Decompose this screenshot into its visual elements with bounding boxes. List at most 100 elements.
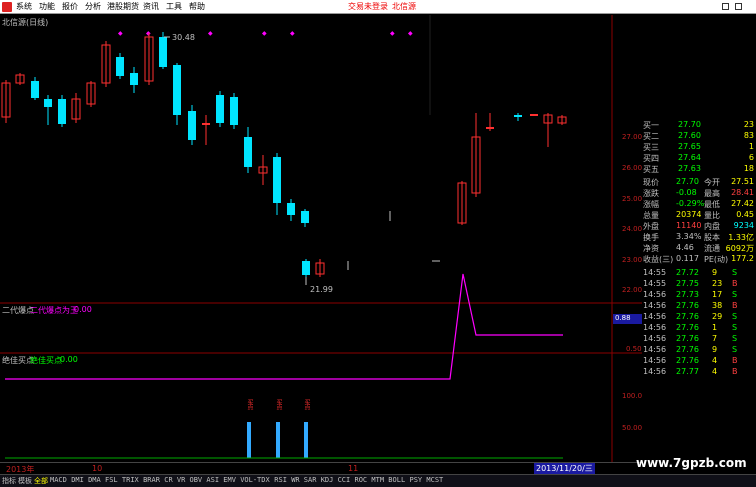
stat-row: 换手 3.34% 股本 1.33亿 [642,232,756,243]
tab-cr[interactable]: CR [164,476,172,484]
menu-item-function[interactable]: 功能 [39,1,55,12]
stat-value: 11140 [676,221,702,230]
tab-obv[interactable]: OBV [190,476,203,484]
tick-row: 14:56 27.77 4 B [642,367,756,378]
tick-time: 14:56 [643,356,667,365]
y-tick: 23.00 [622,256,643,264]
candle [244,137,252,167]
order-volume: 6 [748,153,754,162]
tab-mcst[interactable]: MCST [426,476,443,484]
order-volume: 23 [743,120,754,129]
stat-value: 9234 [733,221,754,230]
order-price: 27.60 [678,131,701,140]
indicator2-y-tick: 50.00 [622,424,643,432]
tick-price: 27.76 [676,323,699,332]
stat-value: 0.117 [676,254,699,263]
tick-volume: 38 [712,301,723,310]
tick-time: 14:56 [643,290,667,299]
stat-label: 股本 [704,233,720,242]
menu-item-system[interactable]: 系统 [16,1,32,12]
tab-dmi[interactable]: DMI [71,476,84,484]
candle [486,127,494,129]
tab-sar[interactable]: SAR [304,476,317,484]
tab-cci[interactable]: CCI [338,476,351,484]
buy-order-row: 买四 27.64 6 [642,153,756,164]
stock-name-link[interactable]: 北信源 [392,1,416,12]
tick-price: 27.76 [676,356,699,365]
svg-text:◆: ◆ [290,30,295,37]
tick-volume: 23 [712,279,723,288]
candle [216,95,224,123]
tick-price: 27.76 [676,345,699,354]
tick-row: 14:56 27.76 29 S [642,312,756,323]
tick-volume: 4 [712,356,718,365]
tab-psy[interactable]: PSY [410,476,423,484]
tick-row: 14:56 27.76 4 B [642,356,756,367]
stat-label: 外盘 [643,222,659,231]
stat-value: 20374 [676,210,702,219]
tick-price: 27.76 [676,301,699,310]
stat-value: 27.70 [676,177,699,186]
candle [302,261,310,275]
tick-row: 14:56 27.76 7 S [642,334,756,345]
tab-dma[interactable]: DMA [88,476,101,484]
tab-vr[interactable]: VR [177,476,185,484]
minimize-icon[interactable] [722,3,729,10]
tick-side: S [732,323,738,332]
tab-rsi[interactable]: RSI [274,476,287,484]
stat-label: 流通 [704,244,720,253]
tick-row: 14:56 27.76 9 S [642,345,756,356]
candlesticks [1,32,567,277]
tab-trix[interactable]: TRIX [122,476,139,484]
tick-side: S [732,312,738,321]
order-price: 27.65 [678,142,701,151]
tab-vol-tdx[interactable]: VOL-TDX [240,476,270,484]
app-logo-icon [2,2,12,12]
tab-指标[interactable]: 指标 [2,476,16,486]
date-label: 10 [92,464,103,473]
order-volume: 18 [743,164,754,173]
order-volume: 1 [748,142,754,151]
menu-item-tools[interactable]: 工具 [166,1,182,12]
order-label: 买三 [643,143,659,152]
tab-全部[interactable]: 全部 [34,476,48,486]
indicator2-y-tick: 100.0 [622,392,643,400]
candle [31,81,39,98]
tab-fsl[interactable]: FSL [105,476,118,484]
tab-asi[interactable]: ASI [206,476,219,484]
tick-time: 14:56 [643,367,667,376]
indicator2-value: 0.00 [60,355,78,364]
tab-brar[interactable]: BRAR [143,476,160,484]
close-icon[interactable] [735,3,742,10]
tick-side: S [732,334,738,343]
tick-side: S [732,290,738,299]
stat-label: 今开 [704,178,720,187]
tab-boll[interactable]: BOLL [388,476,405,484]
indicator2-formula: 绝佳买点 [30,356,62,365]
menu-item-help[interactable]: 帮助 [189,1,205,12]
stat-label: 内盘 [704,222,720,231]
tab-emv[interactable]: EMV [223,476,236,484]
tick-time: 14:56 [643,334,667,343]
tab-wr[interactable]: WR [291,476,299,484]
stat-value: 28.41 [731,188,754,197]
menu-item-hk-futures[interactable]: 港股期货 [107,1,139,12]
trade-login-link[interactable]: 交易未登录 [348,1,388,12]
candle [230,97,238,125]
stat-label: 收益(三) [643,255,674,264]
tab-kdj[interactable]: KDJ [321,476,334,484]
candle [116,57,124,76]
order-volume: 83 [743,131,754,140]
stat-label: 现价 [643,178,659,187]
tab-模板[interactable]: 模板 [18,476,32,486]
stat-label: PE(动) [704,255,729,264]
tab-roc[interactable]: ROC [355,476,368,484]
stat-value: -0.08 [676,188,697,197]
tab-macd[interactable]: MACD [50,476,67,484]
stat-label: 涨跌 [643,189,659,198]
tick-row: 14:56 27.76 1 S [642,323,756,334]
menu-item-news[interactable]: 资讯 [143,1,159,12]
menu-item-quote[interactable]: 报价 [62,1,78,12]
menu-item-analysis[interactable]: 分析 [85,1,101,12]
tab-mtm[interactable]: MTM [371,476,384,484]
